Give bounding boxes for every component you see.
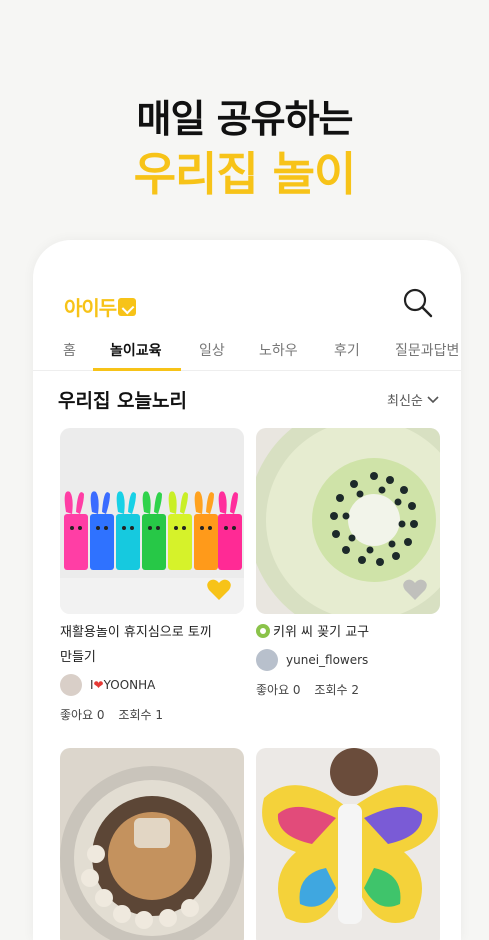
post-author[interactable]: I ❤ YOONHA	[60, 674, 244, 696]
kiwi-icon	[256, 624, 270, 638]
like-heart-icon[interactable]	[402, 578, 428, 602]
tab-home[interactable]: 홈	[63, 340, 76, 360]
section-title: 우리집 오늘노리	[58, 390, 187, 412]
chevron-down-icon	[427, 395, 439, 403]
avatar	[60, 674, 82, 696]
post-title-line: 키위 씨 꽂기 교구	[273, 625, 370, 640]
like-count: 좋아요 0	[60, 708, 105, 722]
active-tab-indicator	[93, 368, 181, 371]
post-card[interactable]	[60, 748, 244, 940]
post-title[interactable]: 키위 씨 꽂기 교구	[256, 620, 440, 645]
post-card[interactable]: 재활용놀이 휴지심으로 토끼 만들기 I ❤ YOONHA 좋아요 0 조회수 …	[60, 428, 244, 723]
post-thumbnail[interactable]	[60, 748, 244, 940]
author-name: yunei_flowers	[286, 653, 369, 667]
tab-play-education[interactable]: 놀이교육	[110, 340, 162, 360]
post-thumbnail[interactable]	[256, 428, 440, 614]
like-count: 좋아요 0	[256, 683, 301, 697]
view-count: 조회수 1	[118, 708, 163, 722]
like-heart-icon[interactable]	[206, 578, 232, 602]
logo-check-icon	[118, 297, 137, 316]
hero-highlight: 우리집 놀이	[133, 147, 357, 201]
app-logo[interactable]: 아이두	[64, 292, 137, 321]
author-name: YOONHA	[103, 678, 156, 692]
post-stats: 좋아요 0 조회수 1	[60, 706, 244, 723]
post-title[interactable]: 재활용놀이 휴지심으로 토끼 만들기	[60, 620, 244, 670]
sort-dropdown[interactable]: 최신순	[387, 390, 439, 409]
view-count: 조회수 2	[314, 683, 359, 697]
post-title-line: 재활용놀이 휴지심으로 토끼	[60, 625, 212, 640]
tab-daily[interactable]: 일상	[199, 340, 225, 360]
phone-screen: 아이두 홈 놀이교육 일상 노하우 후기 질문과답변 우리집 오늘노리 최신순	[33, 240, 461, 940]
post-thumbnail[interactable]	[256, 748, 440, 940]
category-tabs: 홈 놀이교육 일상 노하우 후기 질문과답변	[33, 332, 461, 371]
search-icon[interactable]	[401, 286, 435, 320]
tab-review[interactable]: 후기	[334, 340, 360, 360]
avatar	[256, 649, 278, 671]
app-logo-text: 아이두	[64, 296, 117, 320]
app-header: 아이두	[33, 240, 461, 330]
tab-knowhow[interactable]: 노하우	[259, 340, 298, 360]
butterfly-wings-image	[256, 748, 440, 940]
tab-qna[interactable]: 질문과답변	[395, 340, 459, 360]
heart-emoji: ❤	[93, 678, 104, 692]
hero-headline: 매일 공유하는	[136, 97, 354, 141]
post-card[interactable]	[256, 748, 440, 940]
post-thumbnail[interactable]	[60, 428, 244, 614]
post-author[interactable]: yunei_flowers	[256, 649, 440, 671]
post-title-line: 만들기	[60, 650, 96, 665]
post-stats: 좋아요 0 조회수 2	[256, 681, 440, 698]
sort-label: 최신순	[387, 394, 423, 409]
sensory-bowl-image	[60, 748, 244, 940]
post-card[interactable]: 키위 씨 꽂기 교구 yunei_flowers 좋아요 0 조회수 2	[256, 428, 440, 698]
